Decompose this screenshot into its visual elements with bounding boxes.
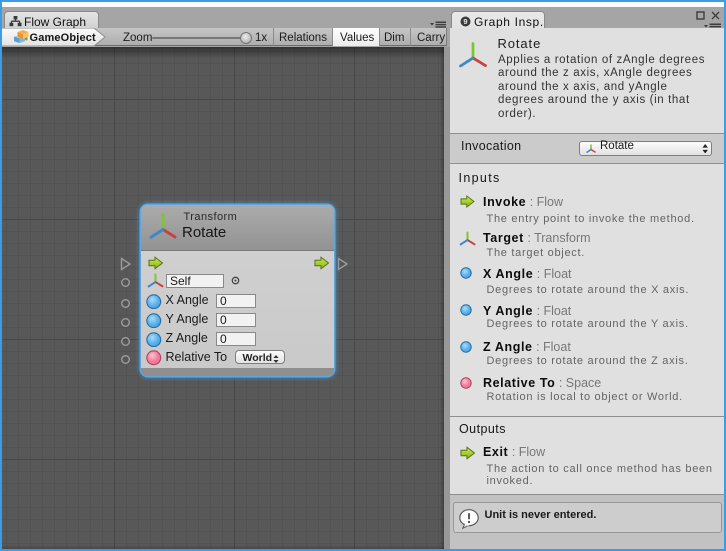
svg-text:9: 9 <box>463 17 467 26</box>
